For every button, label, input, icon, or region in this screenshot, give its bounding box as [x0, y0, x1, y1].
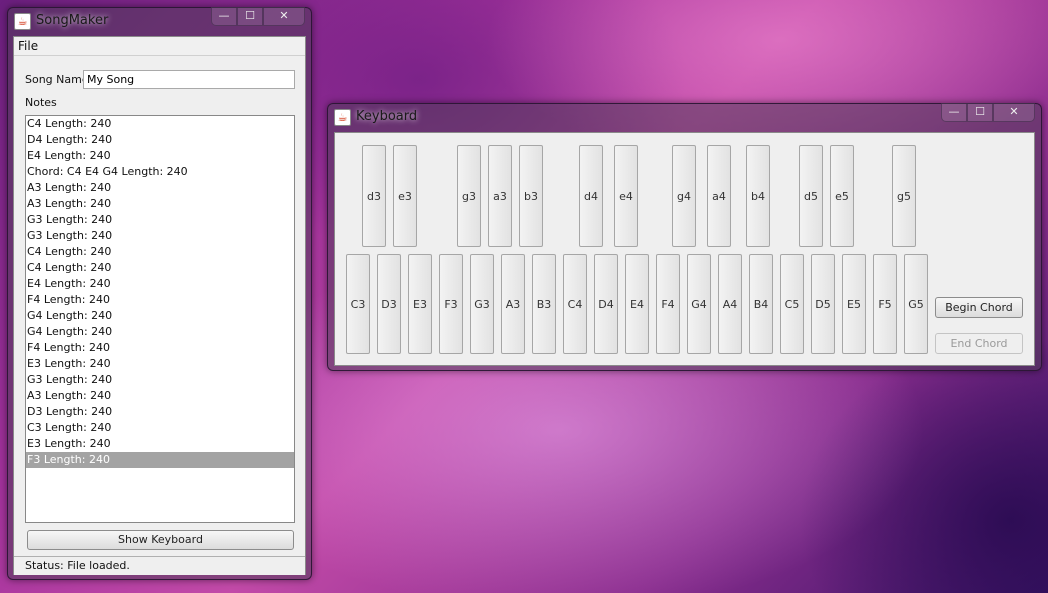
songmaker-titlebar[interactable]: ☕ SongMaker — ☐ ✕	[8, 7, 311, 36]
keyboard-titlebar[interactable]: ☕ Keyboard — ☐ ✕	[328, 103, 1041, 132]
close-icon[interactable]: ✕	[263, 7, 305, 26]
keyboard-window: ☕ Keyboard — ☐ ✕ Begin Chord End Chord d…	[327, 103, 1042, 371]
list-item[interactable]: G3 Length: 240	[26, 212, 294, 228]
menu-bar: File	[14, 37, 305, 56]
natural-key-B4[interactable]: B4	[749, 254, 773, 354]
java-icon: ☕	[334, 109, 351, 126]
natural-key-E4[interactable]: E4	[625, 254, 649, 354]
list-item[interactable]: E4 Length: 240	[26, 276, 294, 292]
notes-label: Notes	[25, 96, 57, 109]
list-item[interactable]: G4 Length: 240	[26, 324, 294, 340]
natural-key-F5[interactable]: F5	[873, 254, 897, 354]
minimize-icon[interactable]: —	[211, 7, 237, 26]
natural-key-A4[interactable]: A4	[718, 254, 742, 354]
window-title: SongMaker	[36, 13, 109, 28]
natural-key-D3[interactable]: D3	[377, 254, 401, 354]
natural-key-C5[interactable]: C5	[780, 254, 804, 354]
list-item[interactable]: A3 Length: 240	[26, 180, 294, 196]
list-item[interactable]: F4 Length: 240	[26, 340, 294, 356]
java-icon: ☕	[14, 13, 31, 30]
list-item[interactable]: G3 Length: 240	[26, 372, 294, 388]
natural-key-E5[interactable]: E5	[842, 254, 866, 354]
sharp-key-e3[interactable]: e3	[393, 145, 417, 247]
natural-key-F4[interactable]: F4	[656, 254, 680, 354]
sharp-key-a3[interactable]: a3	[488, 145, 512, 247]
window-title: Keyboard	[356, 109, 418, 124]
natural-key-G3[interactable]: G3	[470, 254, 494, 354]
list-item[interactable]: F3 Length: 240	[26, 452, 294, 468]
minimize-icon[interactable]: —	[941, 103, 967, 122]
natural-key-D5[interactable]: D5	[811, 254, 835, 354]
list-item[interactable]: E3 Length: 240	[26, 436, 294, 452]
sharp-key-e4[interactable]: e4	[614, 145, 638, 247]
list-item[interactable]: D3 Length: 240	[26, 404, 294, 420]
natural-key-C4[interactable]: C4	[563, 254, 587, 354]
sharp-key-g3[interactable]: g3	[457, 145, 481, 247]
list-item[interactable]: D4 Length: 240	[26, 132, 294, 148]
sharp-key-g4[interactable]: g4	[672, 145, 696, 247]
list-item[interactable]: A3 Length: 240	[26, 388, 294, 404]
sharp-key-d5[interactable]: d5	[799, 145, 823, 247]
list-item[interactable]: E4 Length: 240	[26, 148, 294, 164]
songmaker-window: ☕ SongMaker — ☐ ✕ File Song Name Notes C…	[7, 7, 312, 580]
list-item[interactable]: E3 Length: 240	[26, 356, 294, 372]
list-item[interactable]: C4 Length: 240	[26, 116, 294, 132]
list-item[interactable]: C3 Length: 240	[26, 420, 294, 436]
sharp-key-b3[interactable]: b3	[519, 145, 543, 247]
show-keyboard-button[interactable]: Show Keyboard	[27, 530, 294, 550]
sharp-key-a4[interactable]: a4	[707, 145, 731, 247]
status-bar: Status: File loaded.	[14, 556, 305, 575]
list-item[interactable]: A3 Length: 240	[26, 196, 294, 212]
sharp-key-d3[interactable]: d3	[362, 145, 386, 247]
song-name-label: Song Name	[25, 73, 89, 86]
list-item[interactable]: F4 Length: 240	[26, 292, 294, 308]
list-item[interactable]: G3 Length: 240	[26, 228, 294, 244]
keyboard-client-area: Begin Chord End Chord d3 e3 g3 a3 b3 d4 e4 g4 a4…	[334, 132, 1035, 366]
list-item[interactable]: C4 Length: 240	[26, 244, 294, 260]
natural-key-G4[interactable]: G4	[687, 254, 711, 354]
natural-key-D4[interactable]: D4	[594, 254, 618, 354]
natural-key-E3[interactable]: E3	[408, 254, 432, 354]
notes-list[interactable]: C4 Length: 240 D4 Length: 240 E4 Length: 2…	[25, 115, 295, 523]
list-item[interactable]: G4 Length: 240	[26, 308, 294, 324]
natural-key-G5[interactable]: G5	[904, 254, 928, 354]
list-item[interactable]: C4 Length: 240	[26, 260, 294, 276]
song-name-input[interactable]	[83, 70, 295, 89]
sharp-key-g5[interactable]: g5	[892, 145, 916, 247]
status-text: Status: File loaded.	[25, 559, 130, 572]
natural-key-B3[interactable]: B3	[532, 254, 556, 354]
menu-file[interactable]: File	[18, 39, 38, 53]
maximize-icon[interactable]: ☐	[237, 7, 263, 26]
close-icon[interactable]: ✕	[993, 103, 1035, 122]
natural-key-A3[interactable]: A3	[501, 254, 525, 354]
maximize-icon[interactable]: ☐	[967, 103, 993, 122]
natural-key-C3[interactable]: C3	[346, 254, 370, 354]
window-controls: — ☐ ✕	[941, 103, 1035, 122]
natural-key-F3[interactable]: F3	[439, 254, 463, 354]
sharp-key-d4[interactable]: d4	[579, 145, 603, 247]
sharp-key-e5[interactable]: e5	[830, 145, 854, 247]
end-chord-button[interactable]: End Chord	[935, 333, 1023, 354]
window-controls: — ☐ ✕	[211, 7, 305, 26]
sharp-key-b4[interactable]: b4	[746, 145, 770, 247]
songmaker-client-area: File Song Name Notes C4 Length: 240D4 Le…	[13, 36, 306, 575]
list-item[interactable]: Chord: C4 E4 G4 Length: 240	[26, 164, 294, 180]
begin-chord-button[interactable]: Begin Chord	[935, 297, 1023, 318]
